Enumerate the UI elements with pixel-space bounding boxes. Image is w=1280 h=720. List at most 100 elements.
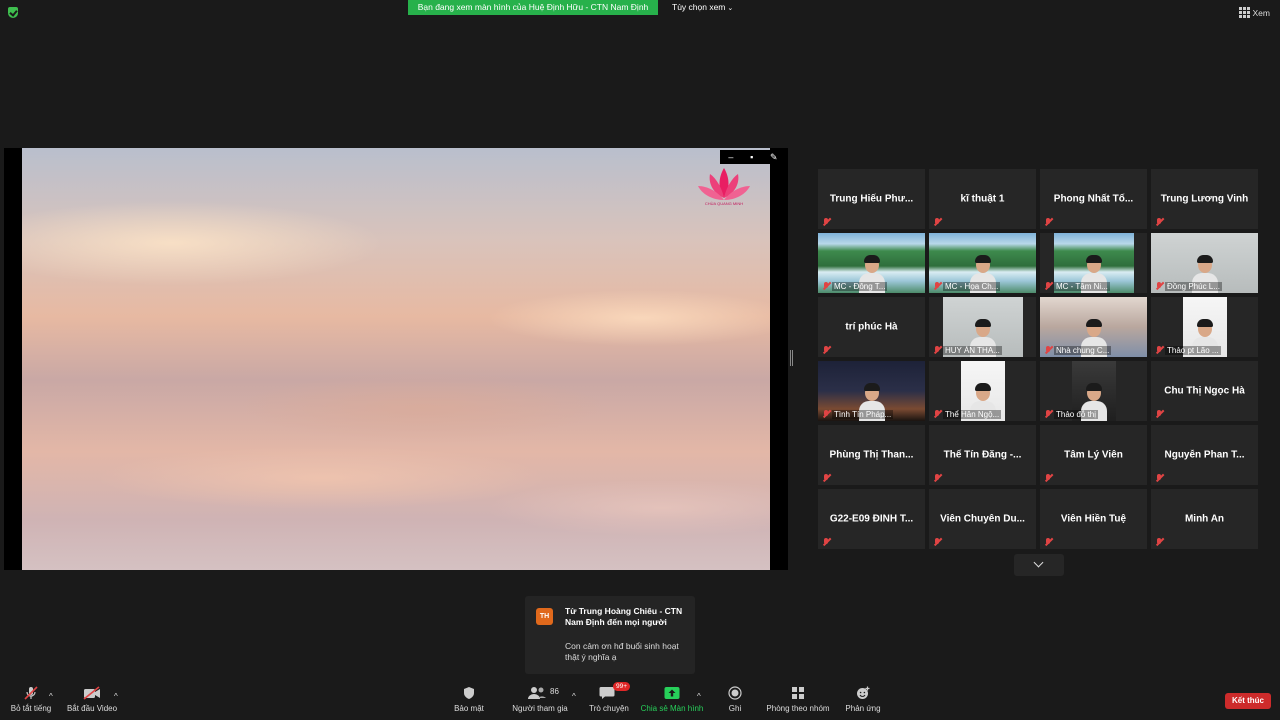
chat-unread-badge: 99+ (613, 682, 631, 691)
breakout-rooms-icon (792, 687, 804, 699)
participant-tile[interactable]: Thảo đỗ thị (1040, 361, 1147, 421)
record-label: Ghi (728, 704, 742, 713)
minimize-icon[interactable]: – (728, 152, 733, 162)
mic-muted-icon (1155, 282, 1163, 290)
participant-name: Chu Thị Ngọc Hà (1164, 385, 1245, 397)
mic-muted-icon (822, 474, 830, 482)
mic-muted-icon (1044, 538, 1052, 546)
participant-name: Thảo đỗ thị (1054, 410, 1099, 419)
participant-tile[interactable]: HUY ÁN THA... (929, 297, 1036, 357)
pencil-icon[interactable]: ✎ (770, 152, 778, 163)
participant-tile[interactable]: Phong Nhất Tổ... (1040, 169, 1147, 229)
participant-name: Nguyễn Phan T... (1164, 449, 1245, 461)
end-meeting-button[interactable]: Kết thúc (1225, 693, 1271, 709)
mic-muted-icon (933, 474, 941, 482)
mic-muted-icon (822, 538, 830, 546)
participants-button[interactable]: 86 Người tham gia (510, 686, 570, 713)
mic-muted-icon (933, 346, 941, 354)
security-button[interactable]: Bảo mật (452, 686, 486, 713)
share-screen-button[interactable]: Chia sẻ Màn hình (640, 686, 704, 713)
participant-tile[interactable]: MC - Đông T... (818, 233, 925, 293)
mic-muted-icon (1044, 474, 1052, 482)
restore-icon[interactable]: ▪ (750, 152, 753, 162)
participants-icon (528, 687, 546, 699)
breakout-rooms-button[interactable]: Phòng theo nhóm (764, 686, 832, 713)
share-screen-icon (664, 687, 680, 699)
participant-tile[interactable]: G22-E09 ĐINH T... (818, 489, 925, 549)
encryption-shield-icon[interactable] (8, 7, 18, 18)
chat-notification[interactable]: TH Từ Trung Hoàng Chiêu - CTN Nam Định đ… (525, 596, 695, 674)
breakout-rooms-label: Phòng theo nhóm (766, 704, 830, 713)
participant-name: Nhà chung C... (1054, 346, 1112, 355)
sender-avatar: TH (536, 608, 553, 625)
start-video-button[interactable]: Bắt đầu Video (66, 686, 118, 713)
participant-name: MC - Họa Ch... (943, 282, 1001, 291)
participant-name: Viên Hiền Tuệ (1060, 513, 1127, 525)
chevron-down-icon: ⌄ (727, 5, 734, 12)
participants-options-arrow[interactable]: ^ (572, 692, 576, 701)
participant-name: Đồng Phúc L... (1165, 282, 1222, 291)
record-icon (728, 686, 742, 700)
participant-tile[interactable]: Minh An (1151, 489, 1258, 549)
participant-name: MC - Đông T... (832, 282, 888, 291)
mic-muted-icon (24, 686, 38, 700)
participant-tile[interactable]: Viên Chuyên Du... (929, 489, 1036, 549)
participant-tile[interactable]: Phùng Thị Than... (818, 425, 925, 485)
security-shield-icon (464, 687, 474, 699)
participant-tile[interactable]: Chu Thị Ngọc Hà (1151, 361, 1258, 421)
participant-tile[interactable]: Nguyễn Phan T... (1151, 425, 1258, 485)
audio-options-arrow[interactable]: ^ (49, 692, 53, 701)
participant-tile[interactable]: Viên Hiền Tuệ (1040, 489, 1147, 549)
participant-name: Viên Chuyên Du... (940, 513, 1025, 525)
participant-tile[interactable]: Nhà chung C... (1040, 297, 1147, 357)
logo-text: CHÙA QUANG MINH (704, 201, 744, 206)
participant-name: Thảo pt Lão ... (1165, 346, 1221, 355)
mic-muted-icon (1155, 346, 1163, 354)
participant-tile[interactable]: Thể Tín Đăng -... (929, 425, 1036, 485)
mic-muted-icon (1044, 346, 1052, 354)
participant-tile[interactable]: Thể Hân Ngộ... (929, 361, 1036, 421)
participant-tile[interactable]: trí phúc Hà (818, 297, 925, 357)
participant-tile[interactable]: kĩ thuật 1 (929, 169, 1036, 229)
participant-tile[interactable]: MC - Họa Ch... (929, 233, 1036, 293)
participant-tile[interactable]: Thảo pt Lão ... (1151, 297, 1258, 357)
unmute-button[interactable]: Bỏ tắt tiếng (8, 686, 54, 713)
share-window-controls: – ▪ ✎ (720, 150, 786, 164)
video-options-arrow[interactable]: ^ (114, 692, 118, 701)
participant-tile[interactable]: Đồng Phúc L... (1151, 233, 1258, 293)
participant-tile[interactable]: Trung Lương Vinh (1151, 169, 1258, 229)
chat-sender: Từ Trung Hoàng Chiêu - CTN Nam Định đến … (565, 606, 683, 627)
mic-muted-icon (822, 410, 830, 418)
view-button[interactable]: Xem (1238, 7, 1270, 18)
participants-label: Người tham gia (512, 704, 568, 713)
participant-name: HUY ÁN THA... (943, 346, 1002, 355)
participant-name: Trung Hiếu Phư... (829, 193, 914, 205)
participants-count: 86 (550, 687, 559, 696)
participant-name: Phùng Thị Than... (829, 449, 914, 461)
gallery-next-page-button[interactable] (1014, 554, 1064, 576)
video-off-icon (83, 686, 100, 700)
participant-name: Thể Tín Đăng -... (943, 449, 1022, 461)
mic-muted-icon (1044, 218, 1052, 226)
participant-tile[interactable]: Tâm Lý Viên (1040, 425, 1147, 485)
participant-tile[interactable]: Trung Hiếu Phư... (818, 169, 925, 229)
participant-name: MC - Tâm Ni... (1054, 282, 1110, 291)
reactions-button[interactable]: Phản ứng (845, 686, 881, 713)
participant-name: G22-E09 ĐINH T... (829, 513, 914, 525)
share-screen-label: Chia sẻ Màn hình (640, 704, 704, 713)
chat-label: Trò chuyện (589, 704, 629, 713)
mic-muted-icon (933, 282, 941, 290)
start-video-label: Bắt đầu Video (66, 704, 118, 713)
view-options-menu[interactable]: Tùy chọn xem ⌄ (672, 2, 733, 12)
mic-muted-icon (1155, 218, 1163, 226)
panel-splitter[interactable] (790, 350, 793, 366)
mic-muted-icon (822, 218, 830, 226)
shared-screen: CHÙA QUANG MINH – ▪ ✎ (4, 148, 788, 570)
record-button[interactable]: Ghi (722, 686, 748, 713)
chat-button[interactable]: 99+ Trò chuyện (588, 682, 631, 713)
security-label: Bảo mật (454, 704, 484, 713)
share-options-arrow[interactable]: ^ (697, 692, 701, 701)
participant-tile[interactable]: Tình Tín Pháp... (818, 361, 925, 421)
participant-tile[interactable]: MC - Tâm Ni... (1040, 233, 1147, 293)
participant-name: kĩ thuật 1 (960, 193, 1005, 205)
